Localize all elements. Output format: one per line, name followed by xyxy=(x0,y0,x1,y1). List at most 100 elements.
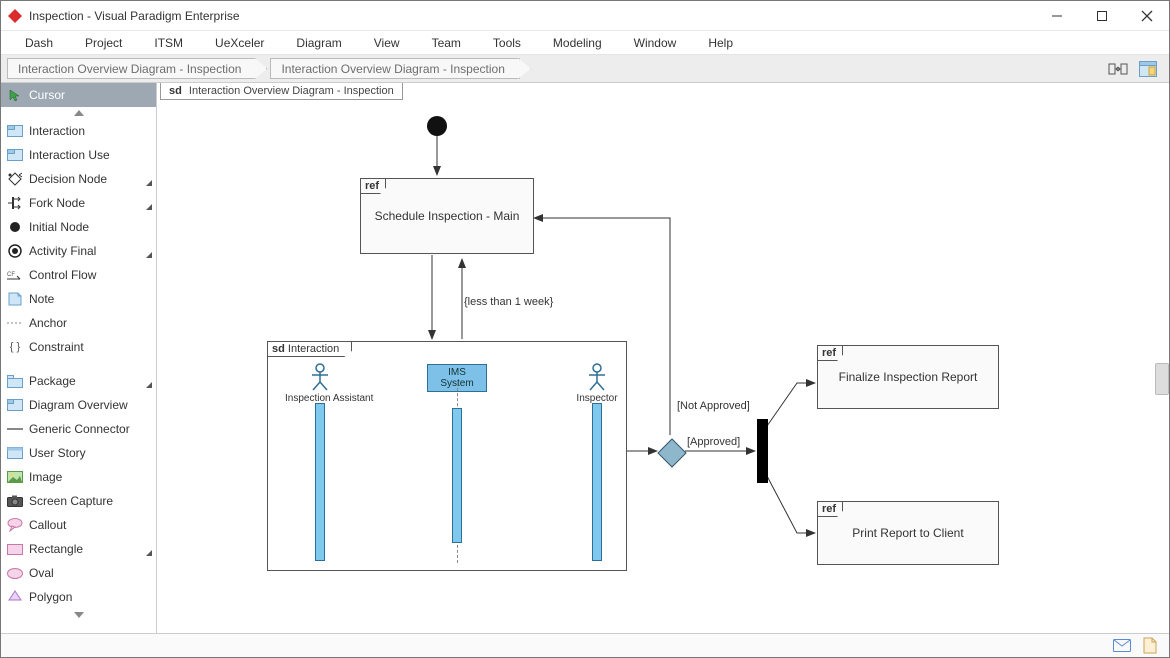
content-row: Cursor Interaction Interaction Use Decis… xyxy=(1,83,1169,633)
minimize-button[interactable] xyxy=(1034,2,1079,30)
palette-interaction[interactable]: Interaction xyxy=(1,119,156,143)
palette-package[interactable]: Package xyxy=(1,369,156,393)
activation-inspector[interactable] xyxy=(592,403,602,561)
menu-window[interactable]: Window xyxy=(618,33,693,53)
breadcrumb-tools xyxy=(1107,58,1163,79)
palette-image[interactable]: Image xyxy=(1,465,156,489)
anchor-icon xyxy=(7,315,23,331)
decision-icon xyxy=(7,171,23,187)
palette-label: Oval xyxy=(29,566,150,580)
palette-callout[interactable]: Callout xyxy=(1,513,156,537)
palette-cursor[interactable]: Cursor xyxy=(1,83,156,107)
palette-collapse-down[interactable] xyxy=(1,609,156,621)
palette-label: Image xyxy=(29,470,150,484)
diagram-frame-tab: sd Interaction Overview Diagram - Inspec… xyxy=(160,83,403,100)
shape-palette: Cursor Interaction Interaction Use Decis… xyxy=(1,83,157,633)
guard-not-approved: [Not Approved] xyxy=(677,400,750,412)
diagram-canvas[interactable]: sd Interaction Overview Diagram - Inspec… xyxy=(157,83,1169,633)
menu-dash[interactable]: Dash xyxy=(9,33,69,53)
palette-label: Control Flow xyxy=(29,268,150,282)
connector-icon xyxy=(7,421,23,437)
polygon-icon xyxy=(7,589,23,605)
activation-assistant[interactable] xyxy=(315,403,325,561)
decision-node-approved[interactable] xyxy=(657,438,687,471)
palette-anchor[interactable]: Anchor xyxy=(1,311,156,335)
menu-help[interactable]: Help xyxy=(692,33,749,53)
maximize-button[interactable] xyxy=(1079,2,1124,30)
breadcrumb-label: Interaction Overview Diagram - Inspectio… xyxy=(281,62,504,76)
switch-view-icon[interactable] xyxy=(1107,59,1129,79)
ref-label: Print Report to Client xyxy=(818,502,998,564)
palette-label: User Story xyxy=(29,446,150,460)
palette-diagram-overview[interactable]: Diagram Overview xyxy=(1,393,156,417)
fork-icon xyxy=(7,195,23,211)
menu-modeling[interactable]: Modeling xyxy=(537,33,618,53)
menu-diagram[interactable]: Diagram xyxy=(280,33,357,53)
palette-oval[interactable]: Oval xyxy=(1,561,156,585)
palette-label: Diagram Overview xyxy=(29,398,150,412)
palette-label: Package xyxy=(29,374,150,388)
scrollbar-thumb[interactable] xyxy=(1155,363,1169,395)
menu-uexceler[interactable]: UeXceler xyxy=(199,33,280,53)
breadcrumb-item[interactable]: Interaction Overview Diagram - Inspectio… xyxy=(270,58,519,79)
palette-control-flow[interactable]: CF Control Flow xyxy=(1,263,156,287)
frame-label: Interaction Overview Diagram - Inspectio… xyxy=(189,85,394,97)
menu-view[interactable]: View xyxy=(358,33,416,53)
close-button[interactable] xyxy=(1124,2,1169,30)
palette-label: Initial Node xyxy=(29,220,150,234)
guard-less-than-week: {less than 1 week} xyxy=(464,296,554,308)
ref-finalize-inspection-report[interactable]: ref Finalize Inspection Report xyxy=(817,345,999,409)
ref-print-report-to-client[interactable]: ref Print Report to Client xyxy=(817,501,999,565)
activity-final-icon xyxy=(7,243,23,259)
submenu-icon xyxy=(146,247,152,261)
cursor-icon xyxy=(7,87,23,103)
palette-label: Decision Node xyxy=(29,172,150,186)
palette-label: Polygon xyxy=(29,590,150,604)
package-icon xyxy=(7,373,23,389)
palette-note[interactable]: Note xyxy=(1,287,156,311)
app-icon xyxy=(7,8,23,24)
menu-team[interactable]: Team xyxy=(416,33,477,53)
palette-generic-connector[interactable]: Generic Connector xyxy=(1,417,156,441)
palette-constraint[interactable]: { } Constraint xyxy=(1,335,156,359)
menu-project[interactable]: Project xyxy=(69,33,138,53)
palette-label: Interaction Use xyxy=(29,148,150,162)
palette-collapse-up[interactable] xyxy=(1,107,156,119)
palette-label: Cursor xyxy=(29,88,150,102)
diagram-overview-icon xyxy=(7,397,23,413)
palette-screen-capture[interactable]: Screen Capture xyxy=(1,489,156,513)
submenu-icon xyxy=(146,377,152,391)
window-title: Inspection - Visual Paradigm Enterprise xyxy=(29,9,240,23)
activation-ims[interactable] xyxy=(452,408,462,543)
breadcrumb-item[interactable]: Interaction Overview Diagram - Inspectio… xyxy=(7,58,256,79)
palette-rectangle[interactable]: Rectangle xyxy=(1,537,156,561)
actor-inspection-assistant[interactable]: Inspection Assistant xyxy=(285,363,355,404)
ref-label: Schedule Inspection - Main xyxy=(361,179,533,253)
menu-tools[interactable]: Tools xyxy=(477,33,537,53)
fork-bar[interactable] xyxy=(757,419,768,483)
svg-text:CF: CF xyxy=(7,272,15,278)
palette-decision-node[interactable]: Decision Node xyxy=(1,167,156,191)
layout-icon[interactable] xyxy=(1137,59,1159,79)
sd-tag: sd Interaction xyxy=(267,341,352,357)
submenu-icon xyxy=(146,199,152,213)
palette-activity-final[interactable]: Activity Final xyxy=(1,239,156,263)
mail-icon[interactable] xyxy=(1113,637,1131,655)
palette-user-story[interactable]: User Story xyxy=(1,441,156,465)
palette-initial-node[interactable]: Initial Node xyxy=(1,215,156,239)
rectangle-icon xyxy=(7,541,23,557)
control-flow-icon: CF xyxy=(7,267,23,283)
titlebar: Inspection - Visual Paradigm Enterprise xyxy=(1,1,1169,31)
menu-itsm[interactable]: ITSM xyxy=(138,33,199,53)
actor-inspector[interactable]: Inspector xyxy=(575,363,619,404)
palette-interaction-use[interactable]: Interaction Use xyxy=(1,143,156,167)
ref-schedule-inspection[interactable]: ref Schedule Inspection - Main xyxy=(360,178,534,254)
palette-polygon[interactable]: Polygon xyxy=(1,585,156,609)
guard-approved: [Approved] xyxy=(687,436,740,448)
document-icon[interactable] xyxy=(1141,637,1159,655)
palette-label: Screen Capture xyxy=(29,494,150,508)
initial-node-icon xyxy=(7,219,23,235)
palette-fork-node[interactable]: Fork Node xyxy=(1,191,156,215)
palette-label: Activity Final xyxy=(29,244,150,258)
status-bar xyxy=(1,633,1169,657)
